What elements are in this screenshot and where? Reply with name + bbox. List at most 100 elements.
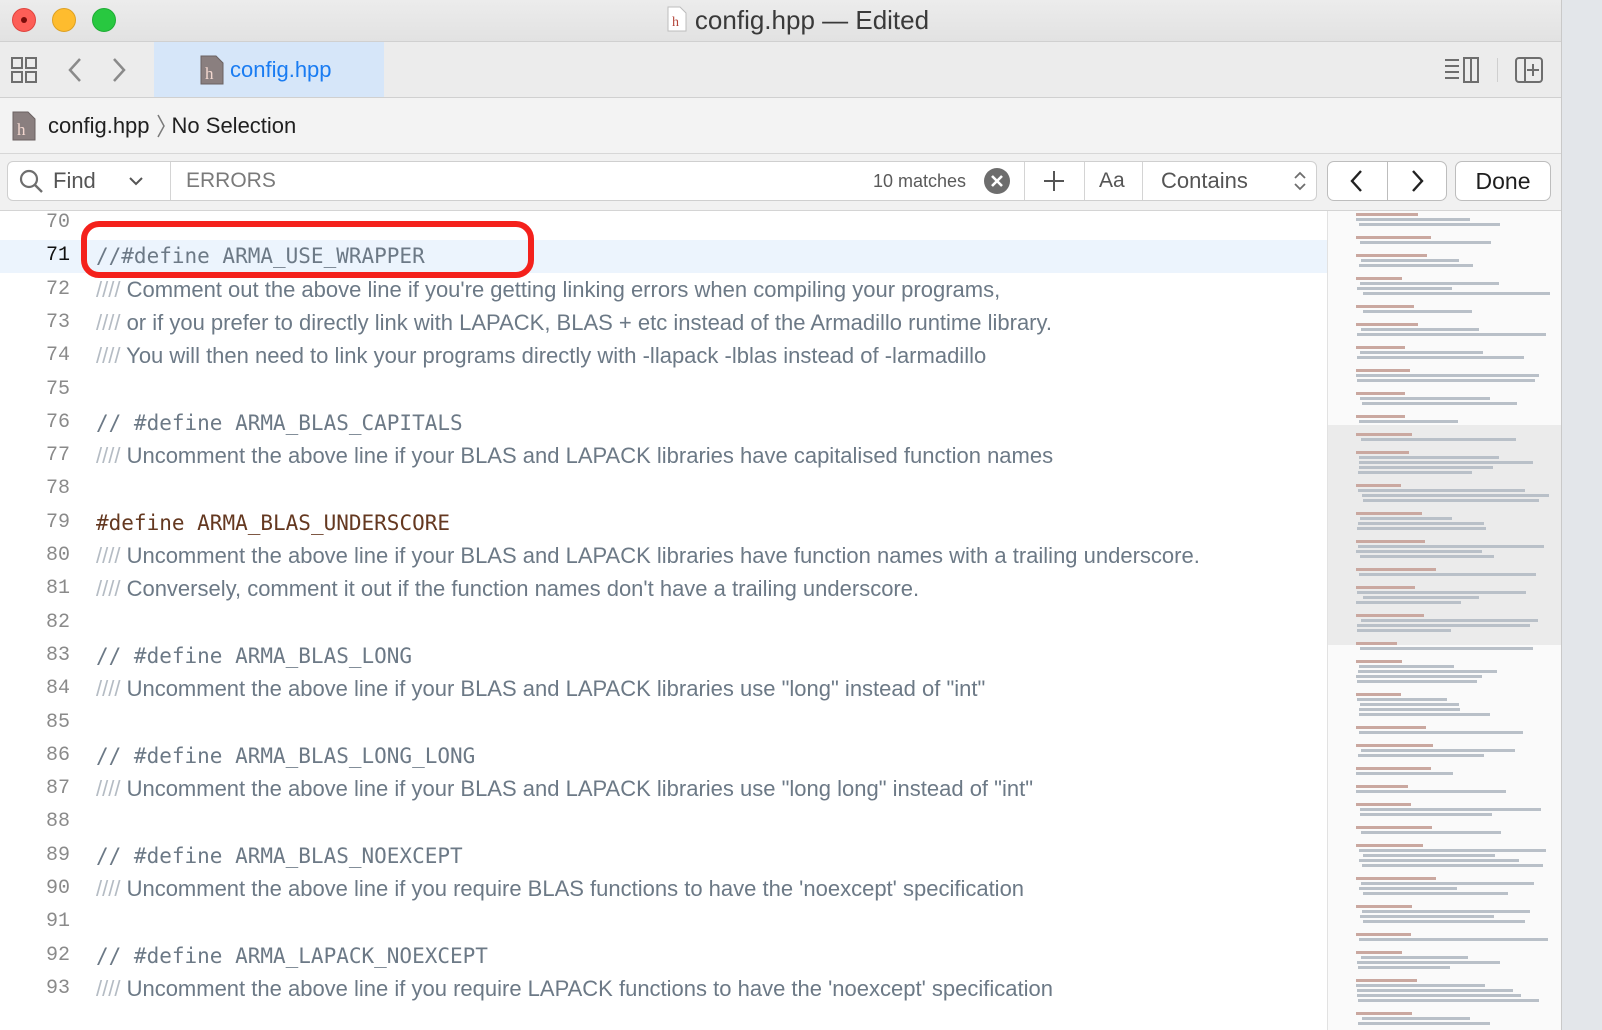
minimap-line (1363, 920, 1526, 923)
code-line[interactable]: 85 (0, 707, 1327, 740)
minimap-line (1357, 994, 1521, 997)
code-line[interactable]: 88 (0, 806, 1327, 839)
minimap-line (1356, 675, 1482, 678)
code-line[interactable]: 77 //// Uncomment the above line if your … (0, 440, 1327, 473)
minimap-line (1361, 956, 1468, 959)
code-line[interactable]: 84 //// Uncomment the above line if your … (0, 673, 1327, 706)
svg-text:h: h (205, 64, 214, 83)
code-line[interactable]: 74 //// You will then need to link your p… (0, 340, 1327, 373)
add-pattern-button[interactable] (1041, 162, 1067, 200)
code-line[interactable]: 73 //// or if you prefer to directly link… (0, 307, 1327, 340)
header-file-icon: h (667, 6, 687, 39)
line-number: 75 (45, 377, 70, 401)
code-line[interactable]: 82 (0, 607, 1327, 640)
line-number: 90 (45, 877, 70, 900)
preprocessor-keyword: #define (96, 510, 185, 535)
navigate-back-icon[interactable] (62, 54, 88, 86)
minimap[interactable] (1327, 211, 1562, 1030)
match-navigation (1327, 161, 1447, 201)
line-number: 71 (45, 244, 70, 268)
find-mode-selector[interactable]: Find (18, 162, 144, 200)
minimap-line (1356, 744, 1434, 747)
minimap-line (1358, 1022, 1490, 1025)
window-title-container: h config.hpp — Edited (0, 5, 1596, 39)
code-line[interactable]: 83 // #define ARMA_BLAS_LONG (0, 640, 1327, 673)
minimap-line (1356, 305, 1414, 308)
code-line[interactable]: 71 //#define ARMA_USE_WRAPPER (0, 240, 1327, 274)
code-line[interactable]: 86 // #define ARMA_BLAS_LONG_LONG (0, 740, 1327, 773)
code-line[interactable]: 72 //// Comment out the above line if you… (0, 274, 1327, 307)
minimap-line (1356, 790, 1507, 793)
code-line[interactable]: 70 (0, 211, 1327, 240)
code-text: //// Uncomment the above line if your BL… (96, 543, 1200, 569)
related-items-grid-icon[interactable] (8, 54, 40, 86)
minimap-line (1362, 864, 1544, 867)
jump-bar-selection[interactable]: No Selection (172, 113, 297, 139)
minimap-line (1359, 887, 1457, 890)
minimap-line (1356, 826, 1432, 829)
minimap-line (1361, 259, 1459, 262)
match-type-selector[interactable]: Contains (1161, 162, 1308, 200)
done-button[interactable]: Done (1455, 161, 1551, 201)
line-number: 89 (45, 843, 70, 867)
clear-icon (984, 168, 1010, 194)
code-line[interactable]: 75 (0, 374, 1327, 407)
code-line[interactable]: 92 // #define ARMA_LAPACK_NOEXCEPT (0, 940, 1327, 973)
minimap-line (1358, 545, 1544, 548)
comment-text: Conversely, comment it out if the functi… (120, 576, 920, 602)
code-text: //// Conversely, comment it out if the f… (96, 576, 919, 602)
find-query-input[interactable]: ERRORS (186, 162, 276, 200)
minimap-line (1356, 877, 1436, 880)
clear-search-button[interactable] (983, 162, 1011, 200)
minimap-line (1356, 601, 1462, 604)
minimap-line (1360, 813, 1493, 816)
add-editor-icon[interactable] (1512, 54, 1546, 86)
code-line[interactable]: 87 //// Uncomment the above line if your … (0, 773, 1327, 806)
minimap-line (1360, 808, 1541, 811)
next-match-button[interactable] (1388, 162, 1447, 200)
code-line[interactable]: 90 //// Uncomment the above line if you r… (0, 873, 1327, 906)
jump-bar-file[interactable]: config.hpp (48, 113, 150, 139)
minimap-line (1358, 522, 1484, 525)
code-line[interactable]: 93 //// Uncomment the above line if you r… (0, 973, 1327, 1006)
comment-prefix: //// (96, 309, 121, 335)
code-line[interactable]: 76 // #define ARMA_BLAS_CAPITALS (0, 407, 1327, 440)
minimap-line (1358, 966, 1451, 969)
code-text: //// or if you prefer to directly link w… (96, 310, 1052, 336)
navigate-forward-icon[interactable] (106, 54, 132, 86)
code-line[interactable]: 91 (0, 906, 1327, 939)
code-line[interactable]: 80 //// Uncomment the above line if your … (0, 540, 1327, 573)
previous-match-button[interactable] (1328, 162, 1388, 200)
match-case-toggle[interactable]: Aa (1099, 162, 1125, 200)
chevron-down-icon (129, 177, 143, 186)
match-count: 10 matches (873, 170, 967, 191)
minimap-line (1359, 731, 1523, 734)
minimap-line (1356, 415, 1405, 418)
line-number: 77 (45, 444, 70, 468)
minimap-line (1360, 555, 1495, 558)
code-line[interactable]: 89 // #define ARMA_BLAS_NOEXCEPT (0, 840, 1327, 873)
minimap-line (1356, 984, 1485, 987)
minimap-line (1356, 540, 1426, 543)
minimap-line (1359, 849, 1546, 852)
minimap-line (1357, 379, 1536, 382)
minimap-line (1356, 905, 1412, 908)
plus-icon (1044, 171, 1064, 191)
minimap-line (1357, 680, 1477, 683)
minimap-line (1357, 591, 1527, 594)
code-line[interactable]: 81 //// Conversely, comment it out if the… (0, 573, 1327, 606)
code-line[interactable]: 79 #define ARMA_BLAS_UNDERSCORE (0, 507, 1327, 540)
source-editor[interactable]: 70 71 //#define ARMA_USE_WRAPPER 72 //// Com… (0, 211, 1327, 1030)
editor-options-icon[interactable] (1442, 54, 1482, 86)
minimap-line (1357, 961, 1500, 964)
code-text: //// Uncomment the above line if you req… (96, 976, 1053, 1002)
minimap-line (1356, 951, 1403, 954)
minimap-line (1358, 471, 1472, 474)
code-line[interactable]: 78 (0, 473, 1327, 506)
minimap-line (1361, 882, 1534, 885)
jump-bar: h config.hpp No Selection (0, 98, 1596, 154)
tab-config-hpp[interactable]: h config.hpp (154, 42, 384, 97)
background-window-edge (1561, 0, 1602, 1030)
minimap-line (1359, 466, 1493, 469)
minimap-line (1359, 456, 1499, 459)
